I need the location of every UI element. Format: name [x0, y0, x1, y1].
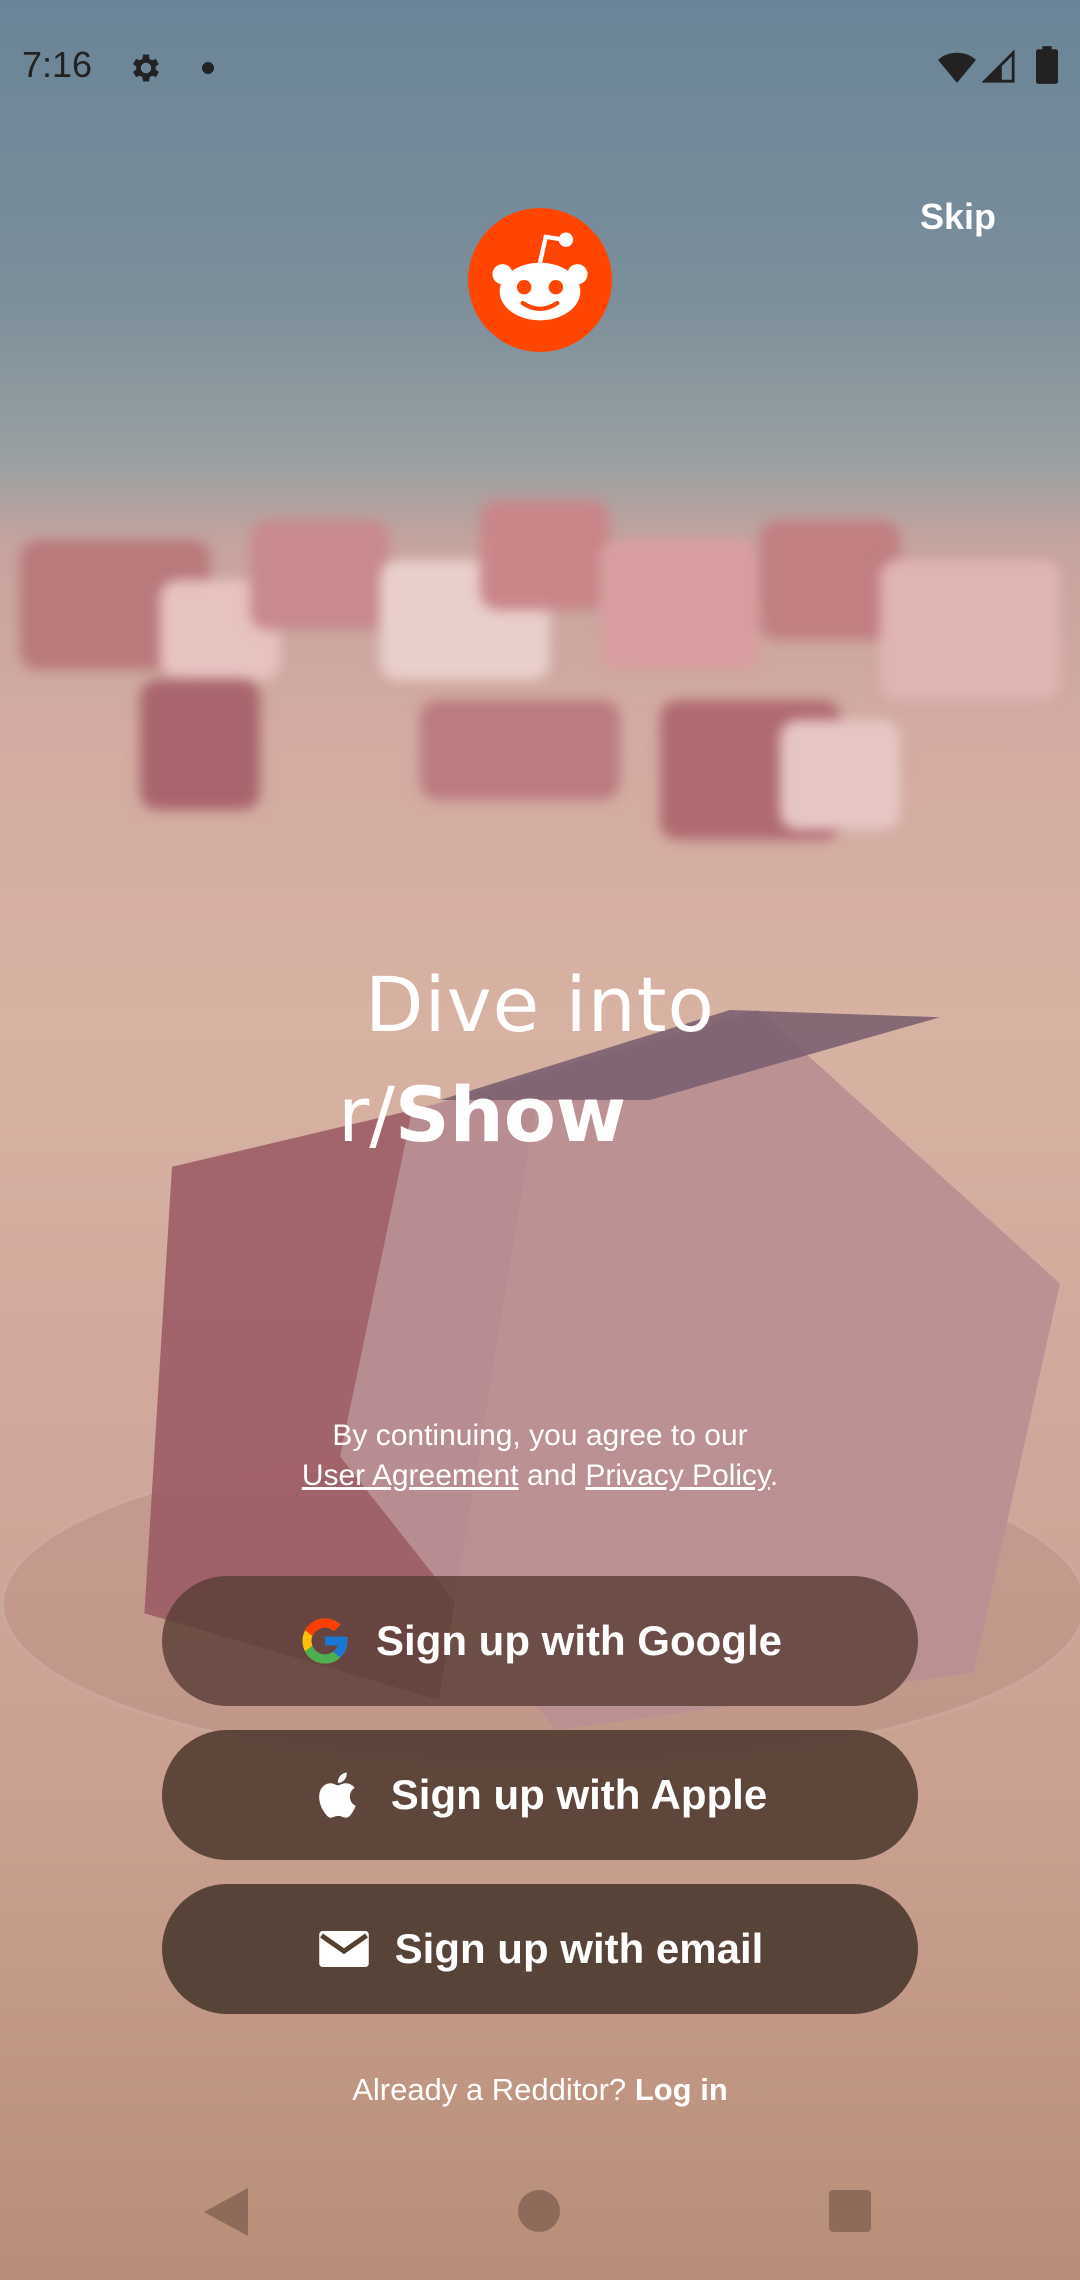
legal-intro: By continuing, you agree to our: [332, 1419, 748, 1452]
apple-signup-label: Sign up with Apple: [390, 1771, 768, 1818]
status-time: 7:16: [22, 44, 93, 85]
gear-icon: [133, 54, 159, 82]
recents-icon[interactable]: [829, 2190, 871, 2232]
reddit-logo: [468, 208, 612, 352]
privacy-policy-link[interactable]: Privacy Policy: [585, 1459, 769, 1492]
google-signup-label: Sign up with Google: [376, 1617, 782, 1664]
legal-and: and: [526, 1459, 577, 1492]
signup-screen: 7:16 Skip Dive into r/Show By continuing…: [0, 0, 1080, 2280]
login-prompt: Already a Redditor? Log in: [0, 2072, 1080, 2108]
google-icon: [298, 1614, 352, 1668]
headline: Dive into r/Show: [0, 960, 1080, 1159]
status-bar: 7:16: [0, 0, 1080, 134]
notification-dot-icon: [202, 62, 214, 74]
legal-period: .: [769, 1459, 779, 1492]
system-nav-bar: [0, 2148, 1080, 2280]
email-signup-label: Sign up with email: [394, 1925, 764, 1972]
headline-subreddit-name: Show: [394, 1070, 627, 1159]
user-agreement-link[interactable]: User Agreement: [302, 1459, 519, 1492]
headline-subreddit-prefix: r/: [338, 1070, 395, 1159]
skip-button[interactable]: Skip: [920, 196, 996, 238]
legal-links: User Agreement and Privacy Policy.: [0, 1456, 1080, 1496]
login-link[interactable]: Log in: [635, 2072, 728, 2107]
apple-icon: [313, 1768, 367, 1822]
back-icon[interactable]: [204, 2188, 248, 2236]
legal-notice: By continuing, you agree to our User Agr…: [0, 1416, 1080, 1496]
headline-line1: Dive into: [364, 960, 716, 1049]
google-signup-button[interactable]: Sign up with Google: [162, 1576, 918, 1706]
home-icon[interactable]: [518, 2190, 560, 2232]
email-signup-button[interactable]: Sign up with email: [162, 1884, 918, 2014]
login-prompt-text: Already a Redditor?: [352, 2072, 627, 2107]
apple-signup-button[interactable]: Sign up with Apple: [162, 1730, 918, 1860]
email-icon: [317, 1922, 371, 1976]
cell-signal-icon: [982, 50, 1015, 83]
wifi-icon: [938, 52, 976, 83]
headline-line2: r/Show: [338, 1070, 627, 1164]
battery-icon: [1036, 46, 1058, 84]
